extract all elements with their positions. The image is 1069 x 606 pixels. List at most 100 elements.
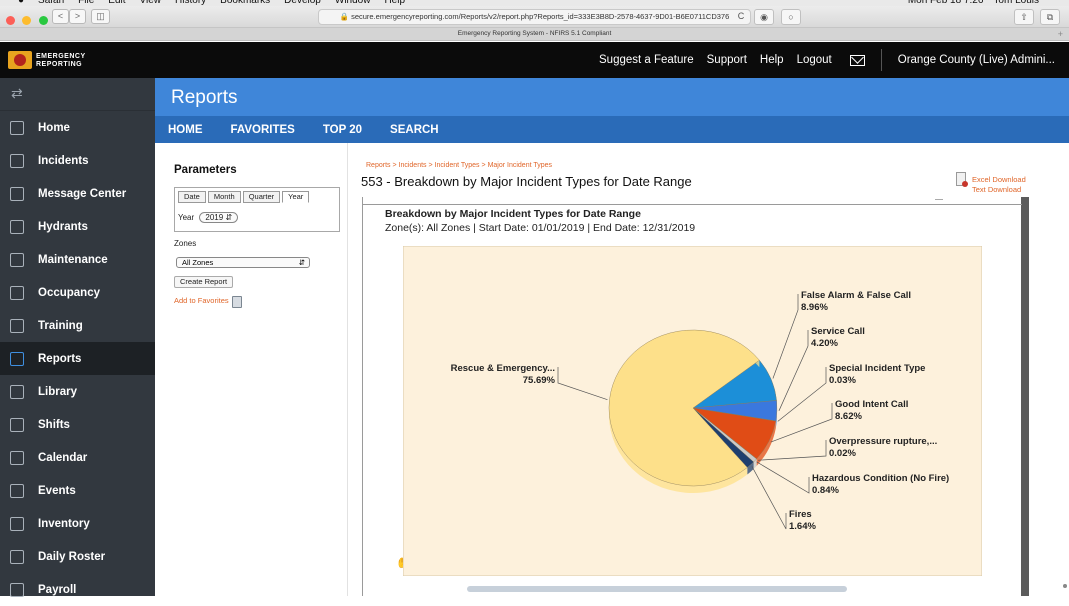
pie-slice-percent: 1.64% <box>789 521 816 532</box>
app-logo[interactable]: EMERGENCY REPORTING <box>8 51 118 69</box>
sidebar-item-label: Hydrants <box>38 221 88 233</box>
sidebar-item-label: Training <box>38 320 83 332</box>
page-title: Reports <box>155 78 1069 116</box>
mail-icon[interactable] <box>850 55 865 66</box>
sidebar-item-training[interactable]: Training <box>0 309 155 342</box>
sidebar-item-label: Calendar <box>38 452 87 464</box>
events-icon <box>10 484 24 498</box>
breadcrumb-major-incident-types[interactable]: Major Incident Types <box>488 162 552 169</box>
tabs-overview-button[interactable]: ⧉ <box>1040 9 1060 25</box>
inventory-icon <box>10 517 24 531</box>
pie-slice-name: False Alarm & False Call <box>801 290 911 301</box>
zones-select-value: All Zones <box>182 258 213 267</box>
report-title: 553 - Breakdown by Major Incident Types … <box>361 174 692 189</box>
breadcrumb-separator: > <box>392 162 396 169</box>
forward-button[interactable]: > <box>69 9 86 24</box>
home-icon <box>10 121 24 135</box>
reports-icon <box>10 352 24 366</box>
breadcrumb-incident-types[interactable]: Incident Types <box>435 162 480 169</box>
tab-year[interactable]: Year <box>282 191 309 203</box>
zoom-window-button[interactable] <box>39 16 48 25</box>
sidebar-item-hydrants[interactable]: Hydrants <box>0 210 155 243</box>
sidebar-item-label: Payroll <box>38 584 76 596</box>
close-window-button[interactable] <box>6 16 15 25</box>
reader-icon[interactable]: ◉ <box>754 9 774 25</box>
sidebar-toggle-button[interactable]: ◫ <box>91 9 110 24</box>
date-range-box: Date Month Quarter Year Year 2019 ⇵ <box>174 187 340 232</box>
top-nav: Suggest a Feature Support Help Logout Or… <box>586 42 1069 78</box>
text-download-link[interactable]: Text Download <box>972 185 1021 194</box>
address-bar[interactable]: 🔒secure.emergencyreporting.com/Reports/v… <box>318 9 751 25</box>
sidebar-item-inventory[interactable]: Inventory <box>0 507 155 540</box>
select-arrows-icon: ⇵ <box>299 258 305 267</box>
logo-text-line1: EMERGENCY <box>36 53 86 60</box>
chart-subtitle: Zone(s): All Zones | Start Date: 01/01/2… <box>385 222 695 234</box>
building-icon <box>10 286 24 300</box>
sidebar-collapse-icon[interactable]: ⇄ <box>0 78 155 111</box>
year-select[interactable]: 2019 ⇵ <box>199 212 238 223</box>
sidebar-item-library[interactable]: Library <box>0 375 155 408</box>
year-label: Year <box>178 213 194 222</box>
sidebar-item-calendar[interactable]: Calendar <box>0 441 155 474</box>
help-link[interactable]: Help <box>760 54 784 66</box>
subnav-top20[interactable]: TOP 20 <box>323 124 362 136</box>
tab-month[interactable]: Month <box>208 191 241 203</box>
select-arrows-icon: ⇵ <box>225 213 232 222</box>
pie-slice-percent: 8.96% <box>801 302 828 313</box>
pie-slice-percent: 75.69% <box>523 375 556 386</box>
zones-label: Zones <box>174 239 196 248</box>
horizontal-scrollbar[interactable] <box>467 586 847 592</box>
share-button[interactable]: ⇧ <box>1014 9 1034 25</box>
subnav-home[interactable]: HOME <box>168 124 203 136</box>
sidebar-item-label: Maintenance <box>38 254 108 266</box>
excel-file-icon[interactable] <box>956 172 966 186</box>
minimize-window-button[interactable] <box>22 16 31 25</box>
breadcrumb-reports[interactable]: Reports <box>366 162 391 169</box>
favorites-document-icon[interactable] <box>232 296 242 308</box>
create-report-button[interactable]: Create Report <box>174 276 233 288</box>
tab-strip: Emergency Reporting System - NFIRS 5.1 C… <box>0 28 1069 41</box>
tab-date[interactable]: Date <box>178 191 206 203</box>
sidebar-item-maintenance[interactable]: Maintenance <box>0 243 155 276</box>
reload-button[interactable]: C <box>733 9 749 25</box>
breadcrumb-incidents[interactable]: Incidents <box>399 162 427 169</box>
chart-title: Breakdown by Major Incident Types for Da… <box>385 208 641 220</box>
sidebar-item-label: Occupancy <box>38 287 100 299</box>
subnav-search[interactable]: SEARCH <box>390 124 439 136</box>
new-tab-button[interactable]: + <box>1058 28 1063 40</box>
extension-icon[interactable]: ○ <box>781 9 801 25</box>
sidebar-item-label: Reports <box>38 353 81 365</box>
back-button[interactable]: < <box>52 9 69 24</box>
subnav-favorites[interactable]: FAVORITES <box>231 124 295 136</box>
sidebar-item-label: Incidents <box>38 155 88 167</box>
hydrant-icon <box>10 220 24 234</box>
support-link[interactable]: Support <box>707 54 747 66</box>
page-scroll-indicator <box>1063 584 1067 588</box>
sidebar-item-home[interactable]: Home <box>0 111 155 144</box>
parameters-panel: Parameters Date Month Quarter Year Year … <box>155 143 348 596</box>
pie-chart: False Alarm & False Call8.96%Service Cal… <box>403 246 982 576</box>
sidebar-item-shifts[interactable]: Shifts <box>0 408 155 441</box>
sidebar-item-occupancy[interactable]: Occupancy <box>0 276 155 309</box>
add-to-favorites-link[interactable]: Add to Favorites <box>174 296 229 305</box>
logout-link[interactable]: Logout <box>797 54 832 66</box>
sidebar-item-payroll[interactable]: Payroll <box>0 573 155 606</box>
sidebar-item-incidents[interactable]: Incidents <box>0 144 155 177</box>
year-select-value: 2019 <box>205 213 223 222</box>
tab-quarter[interactable]: Quarter <box>243 191 280 203</box>
sidebar-item-events[interactable]: Events <box>0 474 155 507</box>
organization-menu[interactable]: Orange County (Live) Admini... <box>898 54 1055 66</box>
sidebar-item-reports[interactable]: Reports <box>0 342 155 375</box>
zones-select[interactable]: All Zones ⇵ <box>176 257 310 268</box>
sidebar-item-daily-roster[interactable]: Daily Roster <box>0 540 155 573</box>
logo-text-line2: REPORTING <box>36 61 82 68</box>
excel-download-link[interactable]: Excel Download <box>972 175 1026 184</box>
breadcrumb-separator: > <box>482 162 486 169</box>
active-tab-title[interactable]: Emergency Reporting System - NFIRS 5.1 C… <box>458 30 612 37</box>
sidebar-item-label: Inventory <box>38 518 90 530</box>
pie-slice-percent: 8.62% <box>835 411 862 422</box>
sidebar-item-message-center[interactable]: Message Center <box>0 177 155 210</box>
suggest-feature-link[interactable]: Suggest a Feature <box>599 54 694 66</box>
url-text: secure.emergencyreporting.com/Reports/v2… <box>351 12 729 21</box>
calendar-icon <box>10 451 24 465</box>
